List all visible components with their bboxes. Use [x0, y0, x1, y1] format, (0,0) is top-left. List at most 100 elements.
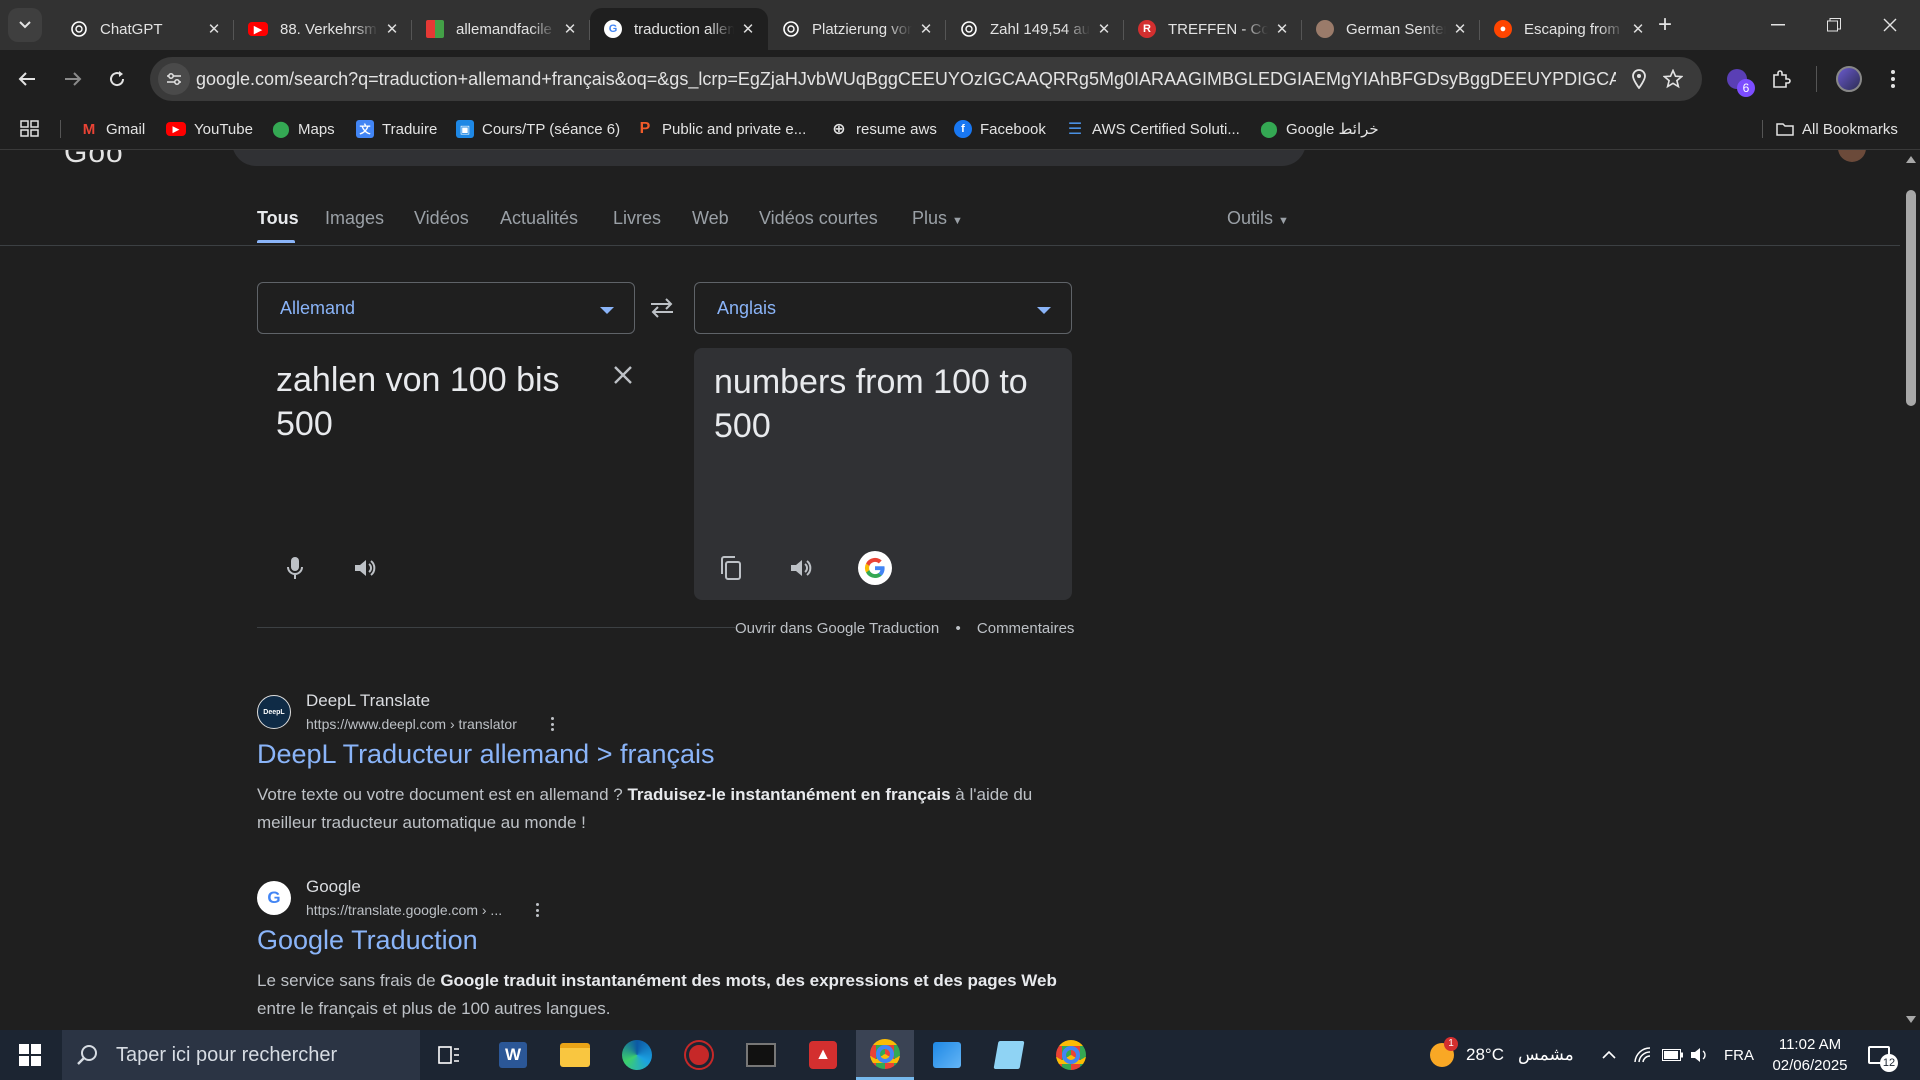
bookmark-traduire[interactable]: 文 Traduire: [356, 118, 437, 140]
result-site-name[interactable]: DeepL Translate: [306, 691, 430, 711]
tab-tous[interactable]: Tous: [257, 208, 299, 229]
close-tab-icon[interactable]: ✕: [384, 20, 400, 38]
reload-button[interactable]: [100, 62, 134, 96]
browser-menu-button[interactable]: [1876, 62, 1910, 96]
bookmark-google-maps-ar[interactable]: ⬤ Google خرائط: [1260, 118, 1379, 140]
bookmark-resume-aws[interactable]: ⊕ resume aws: [830, 118, 937, 140]
browser-tab[interactable]: allemandfacile ✕: [412, 8, 590, 50]
word-app[interactable]: W: [484, 1030, 542, 1080]
swap-languages-button[interactable]: [648, 295, 676, 321]
show-hidden-icons[interactable]: [1602, 1030, 1616, 1080]
forward-button[interactable]: [56, 62, 90, 96]
target-language-select[interactable]: Anglais: [694, 282, 1072, 334]
close-tab-icon[interactable]: ✕: [1630, 20, 1646, 38]
listen-translation-button[interactable]: [786, 553, 816, 583]
acrobat-app[interactable]: ▲: [794, 1030, 852, 1080]
google-logo[interactable]: Goo: [64, 150, 124, 170]
result-title-link[interactable]: DeepL Traducteur allemand > français: [257, 739, 715, 770]
copy-button[interactable]: [716, 553, 746, 583]
all-bookmarks-button[interactable]: All Bookmarks: [1776, 118, 1898, 140]
result-url[interactable]: https://translate.google.com › ...: [306, 902, 502, 918]
volume-control[interactable]: [1690, 1030, 1710, 1080]
scroll-down-arrow[interactable]: [1906, 1016, 1916, 1023]
apps-button[interactable]: [20, 118, 40, 140]
site-info-button[interactable]: [158, 63, 190, 95]
browser-tab[interactable]: Zahl 149,54 auf ✕: [946, 8, 1124, 50]
clear-text-button[interactable]: [608, 360, 638, 390]
tab-videos-courtes[interactable]: Vidéos courtes: [759, 208, 878, 229]
result-url[interactable]: https://www.deepl.com › translator: [306, 716, 517, 732]
file-explorer-app[interactable]: [546, 1030, 604, 1080]
close-tab-icon[interactable]: ✕: [1096, 20, 1112, 38]
tab-plus[interactable]: Plus ▼: [912, 208, 963, 229]
result-title-link[interactable]: Google Traduction: [257, 925, 478, 956]
bookmark-gmail[interactable]: M Gmail: [80, 118, 145, 140]
start-button[interactable]: [0, 1030, 60, 1080]
minimize-button[interactable]: [1750, 0, 1806, 50]
back-button[interactable]: [10, 62, 44, 96]
photos-app[interactable]: [918, 1030, 976, 1080]
result-more-button[interactable]: [532, 901, 542, 919]
bookmark-star-icon[interactable]: [1662, 68, 1684, 90]
bookmark-aws-certified[interactable]: ☰ AWS Certified Soluti...: [1066, 118, 1240, 140]
restore-button[interactable]: [1806, 0, 1862, 50]
address-bar[interactable]: google.com/search?q=traduction+allemand+…: [150, 57, 1702, 101]
browser-tab-active[interactable]: G traduction allemand ✕: [590, 8, 768, 50]
browser-tab[interactable]: Platzierung von ✕: [768, 8, 946, 50]
bookmark-youtube[interactable]: ▶ YouTube: [166, 118, 253, 140]
browser-tab[interactable]: German Sentence ✕: [1302, 8, 1480, 50]
bookmark-facebook[interactable]: f Facebook: [954, 118, 1046, 140]
listen-source-button[interactable]: [350, 553, 380, 583]
result-site-name[interactable]: Google: [306, 877, 361, 897]
url-text[interactable]: google.com/search?q=traduction+allemand+…: [196, 69, 1616, 90]
browser-tab[interactable]: R TREFFEN - Conjug ✕: [1124, 8, 1302, 50]
terminal-app[interactable]: [732, 1030, 790, 1080]
scrollbar-thumb[interactable]: [1906, 190, 1916, 406]
close-tab-icon[interactable]: ✕: [1274, 20, 1290, 38]
input-language[interactable]: FRA: [1724, 1030, 1754, 1080]
profile-button[interactable]: [1832, 62, 1866, 96]
open-google-translate-link[interactable]: Ouvrir dans Google Traduction: [735, 620, 939, 637]
bookmark-cours-tp[interactable]: ▣ Cours/TP (séance 6): [456, 118, 620, 140]
notification-center[interactable]: 12: [1868, 1030, 1898, 1080]
weather-widget[interactable]: 1 28°C مشمس: [1430, 1030, 1574, 1080]
tab-videos[interactable]: Vidéos: [414, 208, 469, 229]
close-tab-icon[interactable]: ✕: [206, 20, 222, 38]
browser-tab[interactable]: ● Escaping from ✕: [1480, 8, 1658, 50]
close-window-button[interactable]: [1862, 0, 1918, 50]
network-status[interactable]: [1634, 1030, 1652, 1080]
taskbar-search[interactable]: Taper ici pour rechercher: [62, 1030, 420, 1080]
account-avatar[interactable]: [1838, 150, 1866, 162]
extension-button[interactable]: 6: [1720, 62, 1755, 97]
google-lens-button[interactable]: [858, 551, 892, 585]
chrome-app-active[interactable]: [856, 1030, 914, 1080]
source-text-input[interactable]: zahlen von 100 bis 500: [276, 358, 596, 446]
page-scrollbar[interactable]: [1902, 150, 1920, 1030]
source-language-select[interactable]: Allemand: [257, 282, 635, 334]
chrome-app-2[interactable]: [1042, 1030, 1100, 1080]
close-tab-icon[interactable]: ✕: [918, 20, 934, 38]
close-tab-icon[interactable]: ✕: [562, 20, 578, 38]
tab-images[interactable]: Images: [325, 208, 384, 229]
browser-tab[interactable]: ChatGPT ✕: [56, 8, 234, 50]
battery-status[interactable]: [1662, 1030, 1684, 1080]
close-tab-icon[interactable]: ✕: [740, 20, 756, 38]
notepad-app[interactable]: [980, 1030, 1038, 1080]
extensions-menu-button[interactable]: [1764, 62, 1798, 96]
edge-app[interactable]: [608, 1030, 666, 1080]
close-tab-icon[interactable]: ✕: [1452, 20, 1468, 38]
bookmark-public-private[interactable]: P Public and private e...: [636, 118, 807, 140]
tab-actualites[interactable]: Actualités: [500, 208, 578, 229]
tab-search-button[interactable]: [8, 8, 42, 42]
clock[interactable]: 11:02 AM 02/06/2025: [1768, 1030, 1852, 1080]
location-icon[interactable]: [1628, 68, 1650, 90]
security-app[interactable]: [670, 1030, 728, 1080]
result-more-button[interactable]: [547, 715, 557, 733]
bookmark-maps[interactable]: ⬤ Maps: [272, 118, 335, 140]
search-box[interactable]: [232, 150, 1306, 166]
tab-web[interactable]: Web: [692, 208, 729, 229]
tab-livres[interactable]: Livres: [613, 208, 661, 229]
tools-button[interactable]: Outils ▼: [1227, 208, 1289, 229]
new-tab-button[interactable]: +: [1652, 10, 1678, 40]
task-view-button[interactable]: [420, 1030, 478, 1080]
